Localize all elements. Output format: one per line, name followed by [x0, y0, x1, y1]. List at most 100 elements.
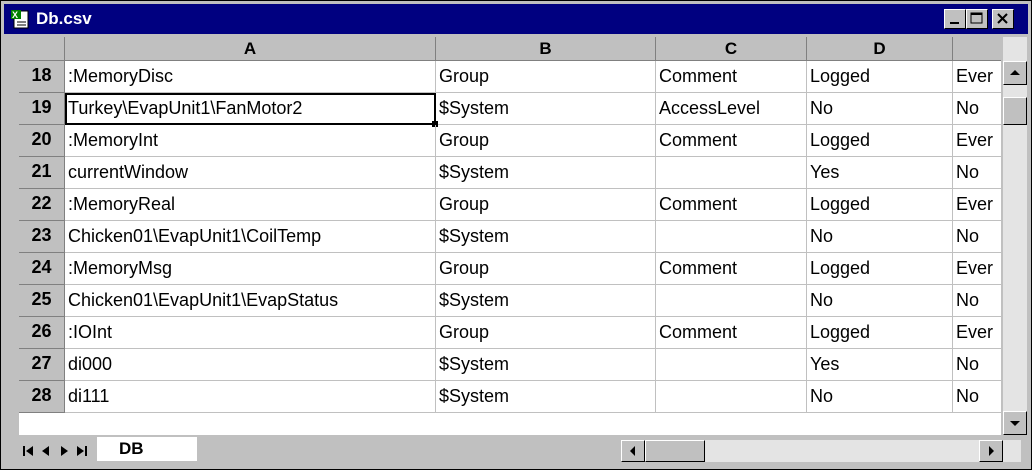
row-header-24[interactable]: 24: [19, 253, 65, 285]
horizontal-scrollbar[interactable]: [621, 440, 1021, 462]
cell-b28[interactable]: $System: [436, 381, 656, 413]
cell-d19[interactable]: No: [807, 93, 953, 125]
column-header-a[interactable]: A: [65, 37, 436, 61]
cell-d26[interactable]: Logged: [807, 317, 953, 349]
cell-b21[interactable]: $System: [436, 157, 656, 189]
first-sheet-icon: [23, 446, 33, 456]
last-sheet-button[interactable]: [73, 440, 91, 462]
cell-c18[interactable]: Comment: [656, 61, 807, 93]
cell-d18[interactable]: Logged: [807, 61, 953, 93]
row-header-21[interactable]: 21: [19, 157, 65, 189]
cell-a27[interactable]: di000: [65, 349, 436, 381]
cell-b19[interactable]: $System: [436, 93, 656, 125]
row-header-27[interactable]: 27: [19, 349, 65, 381]
cell-e25[interactable]: No: [953, 285, 1001, 317]
row-header-19[interactable]: 19: [19, 93, 65, 125]
scroll-right-button[interactable]: [979, 440, 1003, 462]
cell-b18[interactable]: Group: [436, 61, 656, 93]
spreadsheet-grid[interactable]: A B C D 18:MemoryDisc Group Comment Logged E…: [19, 37, 1001, 435]
cell-d28[interactable]: No: [807, 381, 953, 413]
cell-e26[interactable]: Ever: [953, 317, 1001, 349]
cell-c19[interactable]: AccessLevel: [656, 93, 807, 125]
cell-e21[interactable]: No: [953, 157, 1001, 189]
first-sheet-button[interactable]: [19, 440, 37, 462]
cell-a22[interactable]: :MemoryReal: [65, 189, 436, 221]
cell-d25[interactable]: No: [807, 285, 953, 317]
cell-e20[interactable]: Ever: [953, 125, 1001, 157]
title-bar[interactable]: X Db.csv: [4, 4, 1028, 34]
row-header-18[interactable]: 18: [19, 61, 65, 93]
cell-d23[interactable]: No: [807, 221, 953, 253]
prev-sheet-button[interactable]: [37, 440, 55, 462]
scroll-right-icon: [989, 446, 994, 456]
cell-b27[interactable]: $System: [436, 349, 656, 381]
cell-d27[interactable]: Yes: [807, 349, 953, 381]
cell-c23[interactable]: [656, 221, 807, 253]
column-header-e[interactable]: [953, 37, 1001, 61]
scroll-down-button[interactable]: [1003, 411, 1027, 435]
cell-e24[interactable]: Ever: [953, 253, 1001, 285]
cell-b23[interactable]: $System: [436, 221, 656, 253]
cell-e27[interactable]: No: [953, 349, 1001, 381]
cell-a28[interactable]: di111: [65, 381, 436, 413]
column-header-b[interactable]: B: [436, 37, 656, 61]
cell-c24[interactable]: Comment: [656, 253, 807, 285]
cell-b22[interactable]: Group: [436, 189, 656, 221]
row-header-25[interactable]: 25: [19, 285, 65, 317]
vertical-scrollbar[interactable]: [1003, 37, 1027, 435]
cell-d20[interactable]: Logged: [807, 125, 953, 157]
cell-d22[interactable]: Logged: [807, 189, 953, 221]
column-header-d[interactable]: D: [807, 37, 953, 61]
cell-a20[interactable]: :MemoryInt: [65, 125, 436, 157]
prev-sheet-icon: [42, 446, 49, 456]
column-header-c[interactable]: C: [656, 37, 807, 61]
cell-c25[interactable]: [656, 285, 807, 317]
next-sheet-button[interactable]: [55, 440, 73, 462]
sheet-tab-db[interactable]: DB: [97, 437, 197, 461]
cell-c27[interactable]: [656, 349, 807, 381]
cell-b20[interactable]: Group: [436, 125, 656, 157]
row-header-20[interactable]: 20: [19, 125, 65, 157]
cell-e23[interactable]: No: [953, 221, 1001, 253]
scroll-thumb[interactable]: [1003, 97, 1027, 125]
cell-b26[interactable]: Group: [436, 317, 656, 349]
cell-c26[interactable]: Comment: [656, 317, 807, 349]
cell-e18[interactable]: Ever: [953, 61, 1001, 93]
cell-e22[interactable]: Ever: [953, 189, 1001, 221]
minimize-button[interactable]: [944, 9, 966, 29]
cell-b25[interactable]: $System: [436, 285, 656, 317]
maximize-button[interactable]: [966, 9, 988, 29]
cell-a25[interactable]: Chicken01\EvapUnit1\EvapStatus: [65, 285, 436, 317]
cell-c28[interactable]: [656, 381, 807, 413]
scroll-down-icon: [1010, 421, 1020, 426]
cell-c21[interactable]: [656, 157, 807, 189]
cell-d21[interactable]: Yes: [807, 157, 953, 189]
spreadsheet-window: X Db.csv A B C D 18:MemoryDisc Group Co…: [0, 0, 1032, 470]
row-header-22[interactable]: 22: [19, 189, 65, 221]
cell-d24[interactable]: Logged: [807, 253, 953, 285]
horizontal-scroll-thumb[interactable]: [645, 440, 705, 462]
cell-a18[interactable]: :MemoryDisc: [65, 61, 436, 93]
scroll-up-button[interactable]: [1003, 61, 1027, 85]
window-title: Db.csv: [36, 9, 92, 28]
cell-a21[interactable]: currentWindow: [65, 157, 436, 189]
row-header-23[interactable]: 23: [19, 221, 65, 253]
close-button[interactable]: [992, 9, 1014, 29]
scroll-up-icon: [1010, 70, 1020, 75]
cell-a23[interactable]: Chicken01\EvapUnit1\CoilTemp: [65, 221, 436, 253]
row-header-26[interactable]: 26: [19, 317, 65, 349]
cell-a19[interactable]: Turkey\EvapUnit1\FanMotor2: [65, 93, 436, 125]
close-icon: [997, 13, 1008, 24]
cell-e28[interactable]: No: [953, 381, 1001, 413]
cell-c20[interactable]: Comment: [656, 125, 807, 157]
cell-b24[interactable]: Group: [436, 253, 656, 285]
cell-c22[interactable]: Comment: [656, 189, 807, 221]
cell-a24[interactable]: :MemoryMsg: [65, 253, 436, 285]
row-header-28[interactable]: 28: [19, 381, 65, 413]
cell-a26[interactable]: :IOInt: [65, 317, 436, 349]
minimize-icon: [950, 22, 959, 24]
scroll-left-button[interactable]: [621, 440, 645, 462]
last-sheet-icon: [77, 446, 87, 456]
select-all-corner[interactable]: [19, 37, 65, 61]
cell-e19[interactable]: No: [953, 93, 1001, 125]
